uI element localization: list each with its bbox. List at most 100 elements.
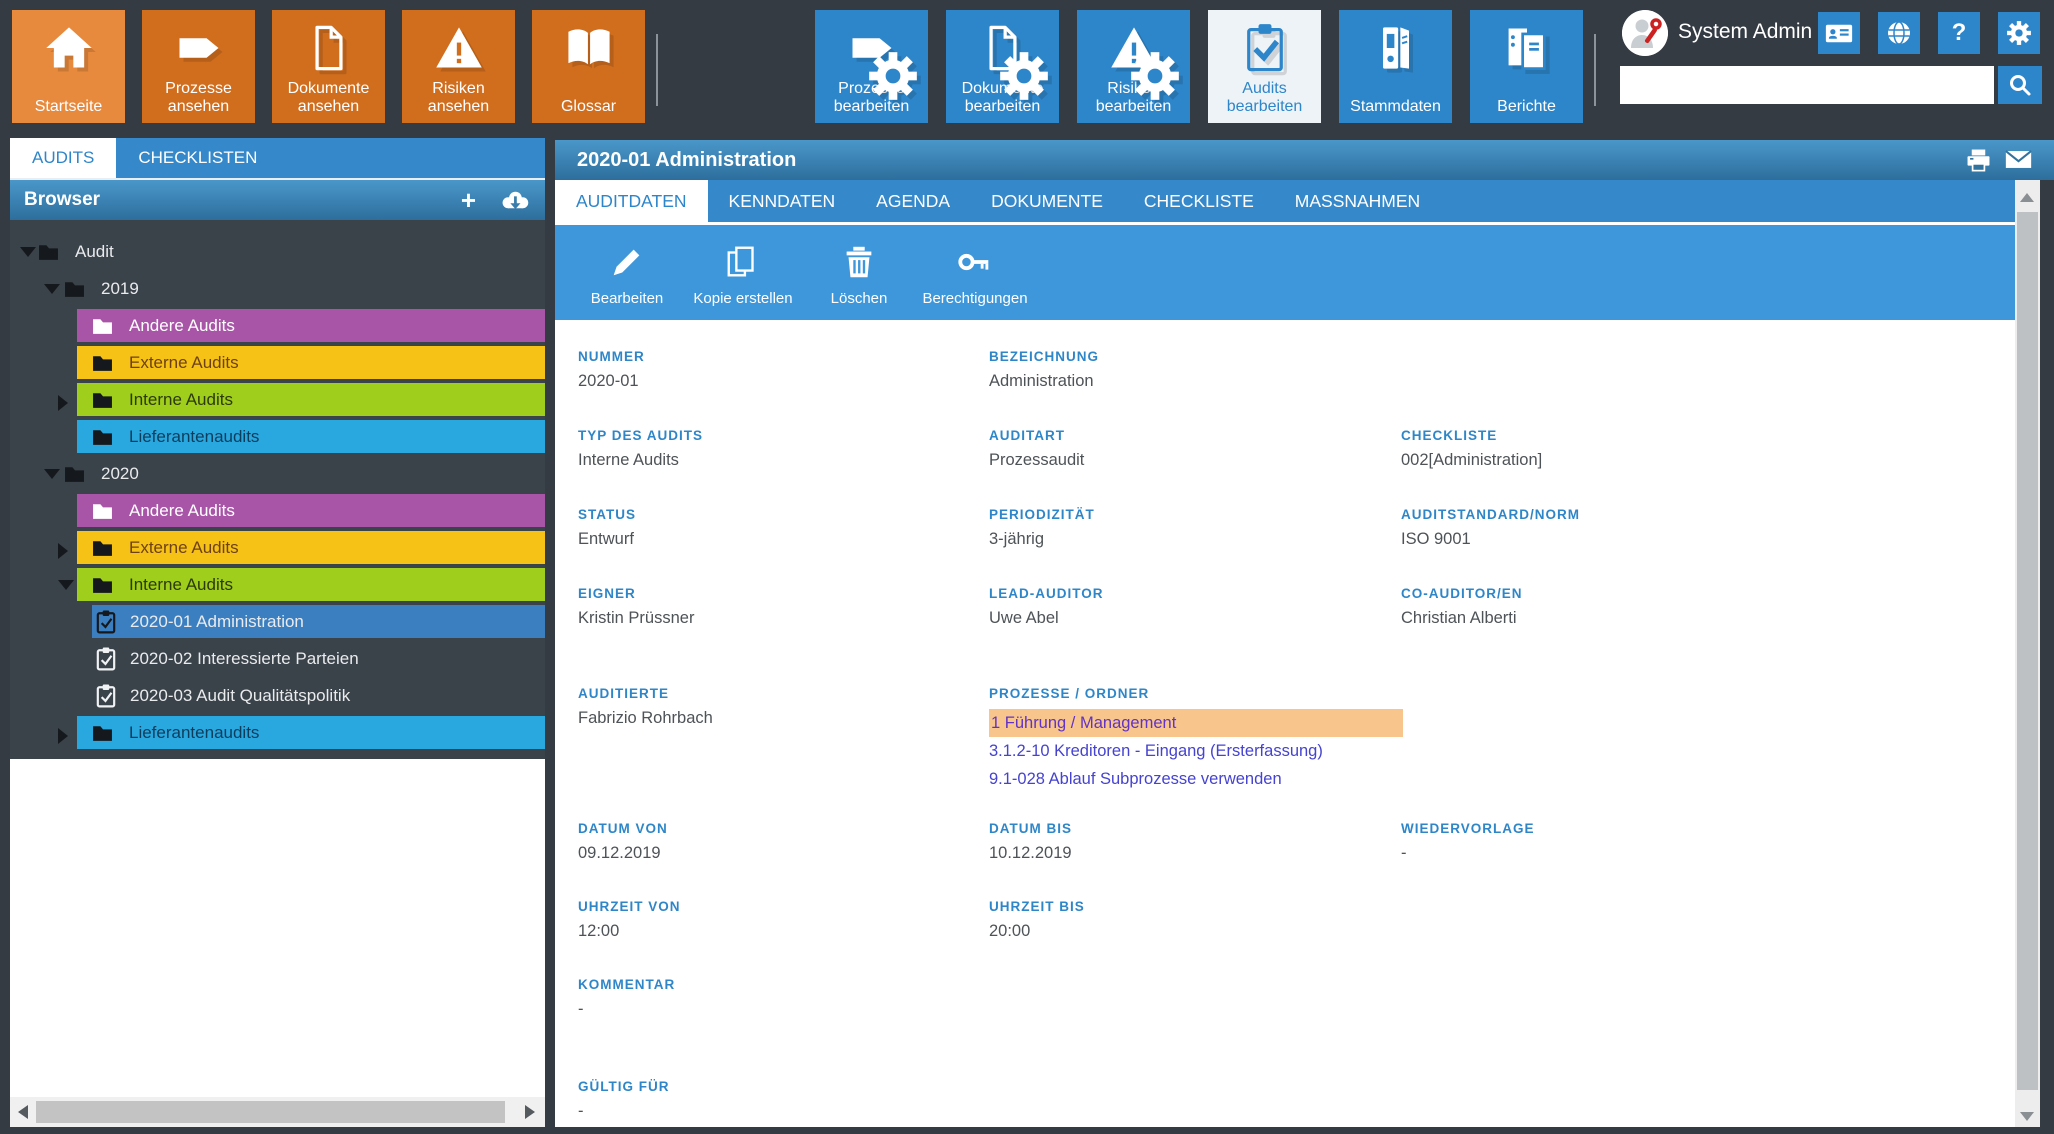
loeschen-button[interactable]: Löschen <box>801 225 917 320</box>
contact-card-button[interactable] <box>1818 12 1860 54</box>
tab-checkliste[interactable]: CHECKLISTE <box>1130 180 1268 222</box>
tile-berichte[interactable]: Berichte <box>1470 10 1583 123</box>
process-link-highlighted[interactable]: 1 Führung / Management <box>989 709 1403 737</box>
field-value: 002[Administration] <box>1401 451 1542 470</box>
add-node-button[interactable]: + <box>461 187 476 213</box>
folder-icon <box>64 465 85 482</box>
tile-prozesse-bearbeiten[interactable]: Prozesse bearbeiten <box>815 10 928 123</box>
caret-down-icon[interactable] <box>58 580 74 590</box>
tree-node-andere-audits-2019[interactable]: Andere Audits <box>10 307 545 344</box>
tab-audits[interactable]: AUDITS <box>10 138 116 178</box>
caret-right-icon[interactable] <box>58 543 68 559</box>
tree-label: Externe Audits <box>129 353 239 373</box>
field-wiedervorlage: WIEDERVORLAGE - <box>1401 821 1535 863</box>
bearbeiten-button[interactable]: Bearbeiten <box>569 225 685 320</box>
globe-icon <box>1886 20 1912 46</box>
field-auditart: AUDITART Prozessaudit <box>989 428 1084 470</box>
tree-item-2020-01-administration[interactable]: 2020-01 Administration <box>10 603 545 640</box>
search-button[interactable] <box>1998 66 2042 104</box>
berechtigungen-button[interactable]: Berechtigungen <box>917 225 1033 320</box>
field-value: Interne Audits <box>578 451 703 470</box>
field-label: UHRZEIT VON <box>578 899 681 914</box>
process-link[interactable]: 9.1-028 Ablauf Subprozesse verwenden <box>989 765 1403 793</box>
audit-data-form: NUMMER 2020-01 BEZEICHNUNG Administratio… <box>555 320 2015 1127</box>
tree-node-2019[interactable]: 2019 <box>10 270 545 307</box>
scroll-left-arrow[interactable] <box>18 1105 28 1119</box>
tile-startseite[interactable]: Startseite <box>12 10 125 123</box>
user-avatar[interactable] <box>1622 10 1668 56</box>
tree-node-lieferantenaudits-2019[interactable]: Lieferantenaudits <box>10 418 545 455</box>
scroll-down-arrow[interactable] <box>2020 1112 2034 1121</box>
field-auditstandard-norm: AUDITSTANDARD/NORM ISO 9001 <box>1401 507 1580 549</box>
tab-auditdaten[interactable]: AUDITDATEN <box>555 180 708 222</box>
tree-node-externe-audits-2020[interactable]: Externe Audits <box>10 529 545 566</box>
scrollbar-thumb[interactable] <box>36 1101 505 1123</box>
caret-down-icon[interactable] <box>44 469 60 479</box>
person-wrench-icon <box>1622 10 1668 56</box>
tree-node-andere-audits-2020[interactable]: Andere Audits <box>10 492 545 529</box>
tree-node-audit[interactable]: Audit <box>10 233 545 270</box>
tile-dokumente-bearbeiten[interactable]: Dokumente bearbeiten <box>946 10 1059 123</box>
print-button[interactable] <box>1965 147 1992 174</box>
tab-massnahmen[interactable]: MASSNAHMEN <box>1281 180 1434 222</box>
tile-glossar[interactable]: Glossar <box>532 10 645 123</box>
field-label: AUDITSTANDARD/NORM <box>1401 507 1580 522</box>
caret-right-icon[interactable] <box>58 728 68 744</box>
left-panel: AUDITS CHECKLISTEN Browser + Audit 2019 … <box>10 138 545 1127</box>
tree-label: Lieferantenaudits <box>129 427 259 447</box>
tile-risiken-bearbeiten[interactable]: Risiken bearbeiten <box>1077 10 1190 123</box>
kopie-erstellen-button[interactable]: Kopie erstellen <box>685 225 801 320</box>
tree-node-interne-audits-2020[interactable]: Interne Audits <box>10 566 545 603</box>
field-datum-bis: DATUM BIS 10.12.2019 <box>989 821 1072 863</box>
tree-horizontal-scrollbar[interactable] <box>10 1097 545 1127</box>
field-value: Fabrizio Rohrbach <box>578 709 713 728</box>
main-vertical-scrollbar[interactable] <box>2015 180 2040 1127</box>
field-label: WIEDERVORLAGE <box>1401 821 1535 836</box>
tab-agenda[interactable]: AGENDA <box>862 180 964 222</box>
tab-dokumente[interactable]: DOKUMENTE <box>977 180 1117 222</box>
tree-item-2020-03-audit-qualitaetspolitik[interactable]: 2020-03 Audit Qualitätspolitik <box>10 677 545 714</box>
folder-icon <box>38 243 59 260</box>
field-label: GÜLTIG FÜR <box>578 1079 670 1094</box>
cloud-download-button[interactable] <box>498 188 531 212</box>
tile-stammdaten[interactable]: Stammdaten <box>1339 10 1452 123</box>
field-value: Uwe Abel <box>989 609 1104 628</box>
field-nummer: NUMMER 2020-01 <box>578 349 645 391</box>
process-link[interactable]: 3.1.2-10 Kreditoren - Eingang (Ersterfas… <box>989 737 1403 765</box>
tile-audits-bearbeiten[interactable]: Audits bearbeiten <box>1208 10 1321 123</box>
help-button[interactable]: ? <box>1938 12 1980 54</box>
field-value: ISO 9001 <box>1401 530 1580 549</box>
field-value: 09.12.2019 <box>578 844 668 863</box>
browser-header: Browser + <box>10 178 545 220</box>
caret-down-icon[interactable] <box>44 284 60 294</box>
settings-button[interactable] <box>1998 12 2040 54</box>
language-globe-button[interactable] <box>1878 12 1920 54</box>
field-value: - <box>578 1102 670 1121</box>
search-input[interactable] <box>1620 66 1994 104</box>
mail-button[interactable] <box>2005 149 2032 170</box>
tree-node-interne-audits-2019[interactable]: Interne Audits <box>10 381 545 418</box>
scroll-right-arrow[interactable] <box>525 1105 535 1119</box>
folder-icon <box>92 502 113 519</box>
tree-node-lieferantenaudits-2020[interactable]: Lieferantenaudits <box>10 714 545 751</box>
tree-node-externe-audits-2019[interactable]: Externe Audits <box>10 344 545 381</box>
caret-right-icon[interactable] <box>58 395 68 411</box>
folder-icon <box>92 428 113 445</box>
tree-node-2020[interactable]: 2020 <box>10 455 545 492</box>
tab-label: AUDITS <box>32 148 94 167</box>
scroll-up-arrow[interactable] <box>2020 193 2034 202</box>
tile-risiken-ansehen[interactable]: Risiken ansehen <box>402 10 515 123</box>
left-panel-tabs: AUDITS CHECKLISTEN <box>10 138 545 178</box>
tile-dokumente-ansehen[interactable]: Dokumente ansehen <box>272 10 385 123</box>
field-value: 3-jährig <box>989 530 1095 549</box>
tab-label: AGENDA <box>876 191 950 211</box>
tile-prozesse-ansehen[interactable]: Prozesse ansehen <box>142 10 255 123</box>
tree-item-2020-02-interessierte-parteien[interactable]: 2020-02 Interessierte Parteien <box>10 640 545 677</box>
caret-down-icon[interactable] <box>20 247 36 257</box>
report-icon <box>1470 22 1583 74</box>
scrollbar-thumb[interactable] <box>2017 212 2038 1090</box>
tab-label: MASSNAHMEN <box>1295 191 1420 211</box>
tab-checklisten[interactable]: CHECKLISTEN <box>116 138 279 178</box>
tab-kenndaten[interactable]: KENNDATEN <box>715 180 850 222</box>
field-label: TYP DES AUDITS <box>578 428 703 443</box>
